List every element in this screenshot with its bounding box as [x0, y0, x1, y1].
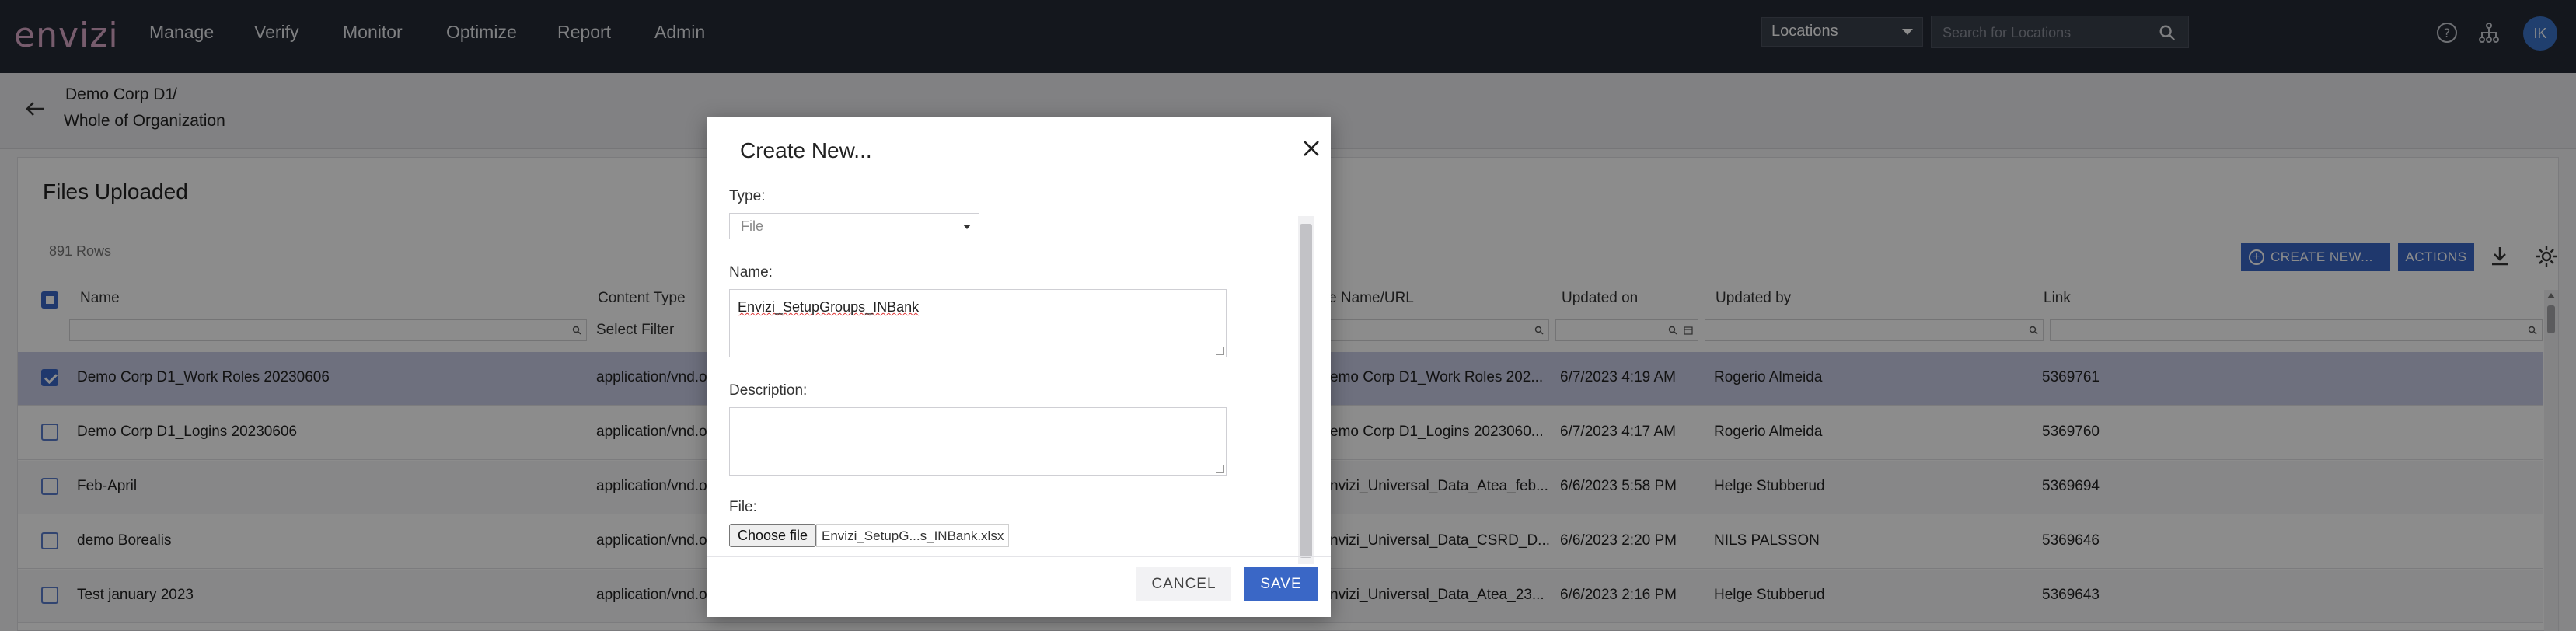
description-field[interactable]: [729, 407, 1227, 476]
dialog-title: Create New...: [740, 138, 872, 162]
type-label: Type:: [729, 188, 766, 204]
caret-down-icon: [963, 225, 971, 229]
dialog-scrollbar[interactable]: [1298, 216, 1314, 564]
scrollbar-thumb[interactable]: [1300, 224, 1312, 558]
description-label: Description:: [729, 382, 808, 399]
type-select-value: File: [741, 218, 764, 234]
save-button[interactable]: SAVE: [1244, 567, 1318, 601]
name-field-value: Envizi_SetupGroups_INBank: [738, 299, 920, 315]
name-field[interactable]: Envizi_SetupGroups_INBank: [729, 289, 1227, 357]
resize-grip-icon[interactable]: [1216, 347, 1224, 355]
type-select[interactable]: File: [729, 213, 979, 239]
selected-file-name: Envizi_SetupG...s_INBank.xlsx: [816, 524, 1009, 547]
cancel-button[interactable]: CANCEL: [1136, 567, 1231, 601]
file-label: File:: [729, 499, 757, 515]
dialog-footer-divider: [707, 556, 1331, 557]
resize-grip-icon[interactable]: [1216, 465, 1224, 473]
choose-file-button[interactable]: Choose file: [729, 524, 816, 547]
close-icon[interactable]: [1301, 138, 1321, 159]
name-label: Name:: [729, 264, 773, 281]
create-new-dialog: Create New... Type: File Name: Envizi_Se…: [707, 117, 1331, 617]
